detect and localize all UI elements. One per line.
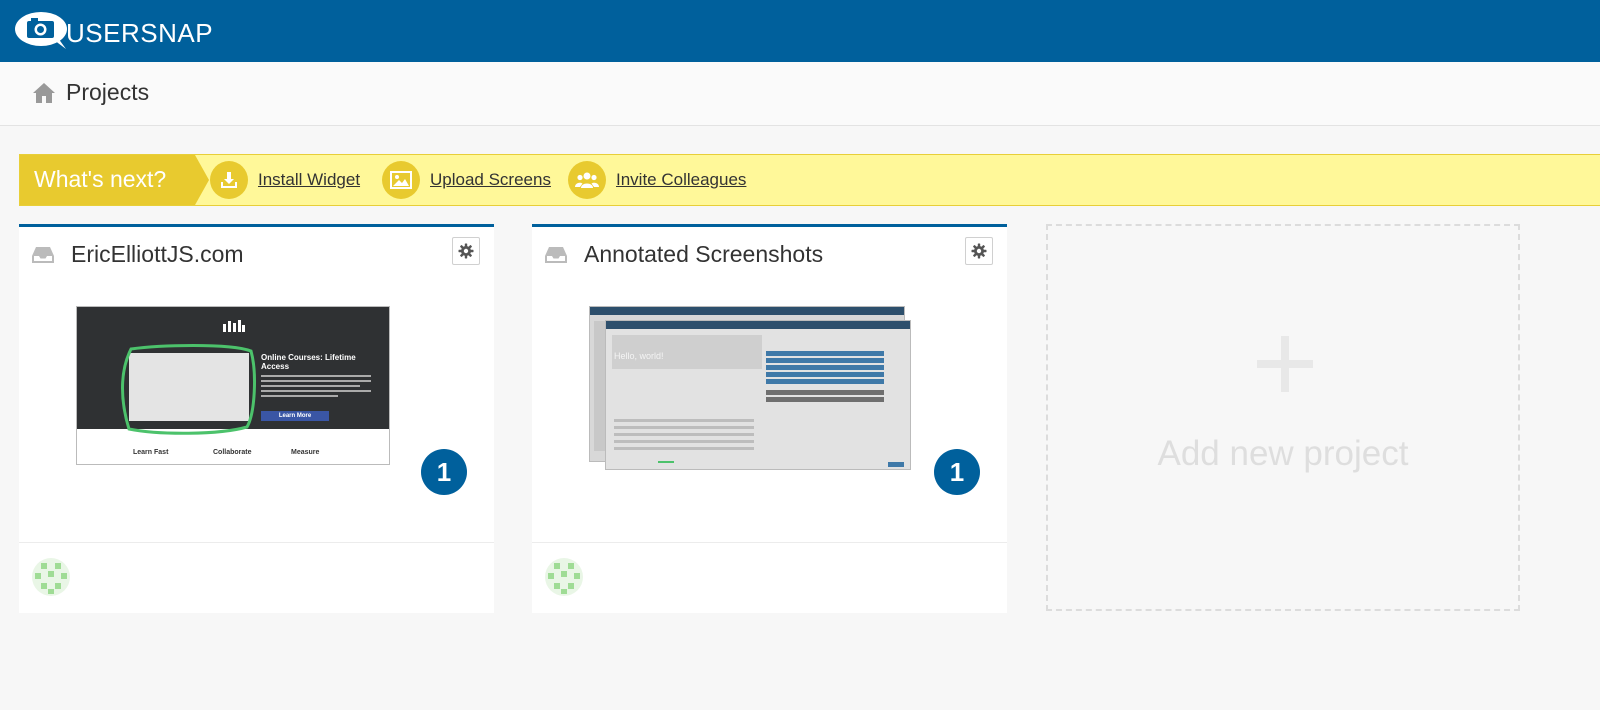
brand-name: USERSNAP [66,17,214,48]
thumbnail-text-lines [261,375,371,407]
download-icon [210,161,248,199]
project-title[interactable]: EricElliottJS.com [71,241,244,268]
green-highlight-annotation [121,344,256,435]
whats-next-arrow [195,155,209,205]
image-icon [382,161,420,199]
thumbnail-blue-list [766,351,884,407]
plus-icon [1257,336,1313,392]
gear-icon [971,243,987,259]
home-icon[interactable] [32,82,56,104]
thumbnail-greeting: Hello, world! [614,351,664,361]
page-title: Projects [66,79,150,105]
top-navbar: USERSNAP [0,0,1600,62]
card-divider [19,542,494,543]
green-arrow-annotation [658,461,674,463]
usersnap-logo[interactable]: USERSNAP [14,11,213,51]
upload-screens-action[interactable]: Upload Screens [382,160,551,200]
screenshot-count-badge[interactable]: 1 [934,449,980,495]
bars-logo-icon [223,319,245,332]
avatar[interactable] [544,557,584,597]
inbox-icon [545,247,567,263]
project-settings-button[interactable] [452,237,480,265]
users-icon [568,161,606,199]
whats-next-label: What's next? [20,155,195,205]
project-card[interactable]: EricElliottJS.com Online Courses: Lifeti… [19,224,494,613]
avatar[interactable] [31,557,71,597]
thumbnail-feature-2: Collaborate [213,449,252,456]
project-settings-button[interactable] [965,237,993,265]
upload-screens-link[interactable]: Upload Screens [430,170,551,190]
gear-icon [458,243,474,259]
invite-colleagues-action[interactable]: Invite Colleagues [568,160,746,200]
inbox-icon [32,247,54,263]
thumbnail-feature-3: Measure [291,449,320,456]
add-new-project-card[interactable]: Add new project [1046,224,1520,611]
screenshot-count-badge[interactable]: 1 [421,449,467,495]
thumbnail-feature-1: Learn Fast [133,449,169,456]
invite-colleagues-link[interactable]: Invite Colleagues [616,170,746,190]
screenshot-thumbnail[interactable]: Hello, world! [605,320,911,470]
thumbnail-form-rows [614,419,754,459]
install-widget-link[interactable]: Install Widget [258,170,360,190]
install-widget-action[interactable]: Install Widget [210,160,360,200]
project-card[interactable]: Annotated Screenshots Hello, world! 1 [532,224,1007,613]
project-title[interactable]: Annotated Screenshots [584,241,823,268]
camera-logo-icon [15,12,67,49]
thumbnail-learn-more-button: Learn More [261,411,329,421]
screenshot-thumbnail[interactable]: Online Courses: Lifetime Access Learn Mo… [76,306,390,465]
card-divider [532,542,1007,543]
thumbnail-headline: Online Courses: Lifetime Access [261,353,356,371]
add-new-project-label: Add new project [1157,434,1409,473]
breadcrumb-bar: Projects [0,62,1600,126]
whats-next-bar: What's next? Install Widget Upload Scree… [19,154,1600,206]
